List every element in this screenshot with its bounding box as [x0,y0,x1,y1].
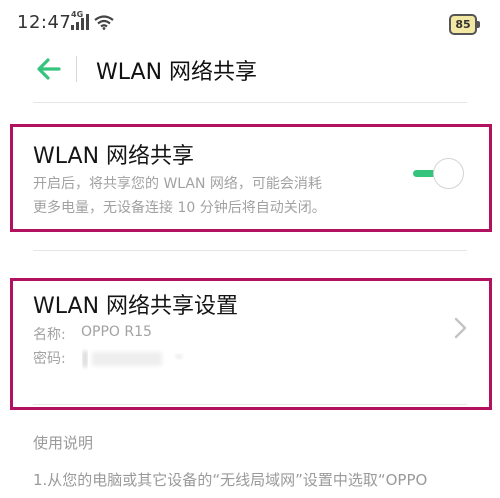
signal-icon [70,14,90,34]
page-title: WLAN 网络共享 [96,60,258,85]
hotspot-toggle-description-line2: 更多电量，无设备连接 10 分钟后将自动关闭。 [33,200,326,216]
toggle-knob [433,158,464,189]
hotspot-toggle-switch[interactable] [413,158,467,190]
hotspot-toggle-description-line1: 开启后，将共享您的 WLAN 网络，可能会消耗 [33,176,322,192]
back-button[interactable] [34,56,64,82]
hotspot-settings-title: WLAN 网络共享设置 [33,294,239,319]
hotspot-name-label: 名称: [33,327,66,343]
status-time: 12:47 [17,12,72,33]
header-divider [76,56,77,82]
section-divider [33,250,467,251]
header-divider-line [33,102,467,103]
hotspot-password-redacted [80,348,182,370]
hotspot-name-value: OPPO R15 [81,324,152,340]
hotspot-password-label: 密码: [33,351,66,367]
back-arrow-icon [37,58,61,80]
hotspot-toggle-title: WLAN 网络共享 [33,144,195,169]
usage-heading: 使用说明 [33,434,94,452]
usage-step-1: 1.从您的电脑或其它设备的“无线局域网”设置中选取“OPPO [33,471,428,489]
battery-indicator: 85 [449,14,480,35]
section-divider [33,404,467,405]
wifi-icon [94,15,114,34]
chevron-right-icon [452,316,470,344]
